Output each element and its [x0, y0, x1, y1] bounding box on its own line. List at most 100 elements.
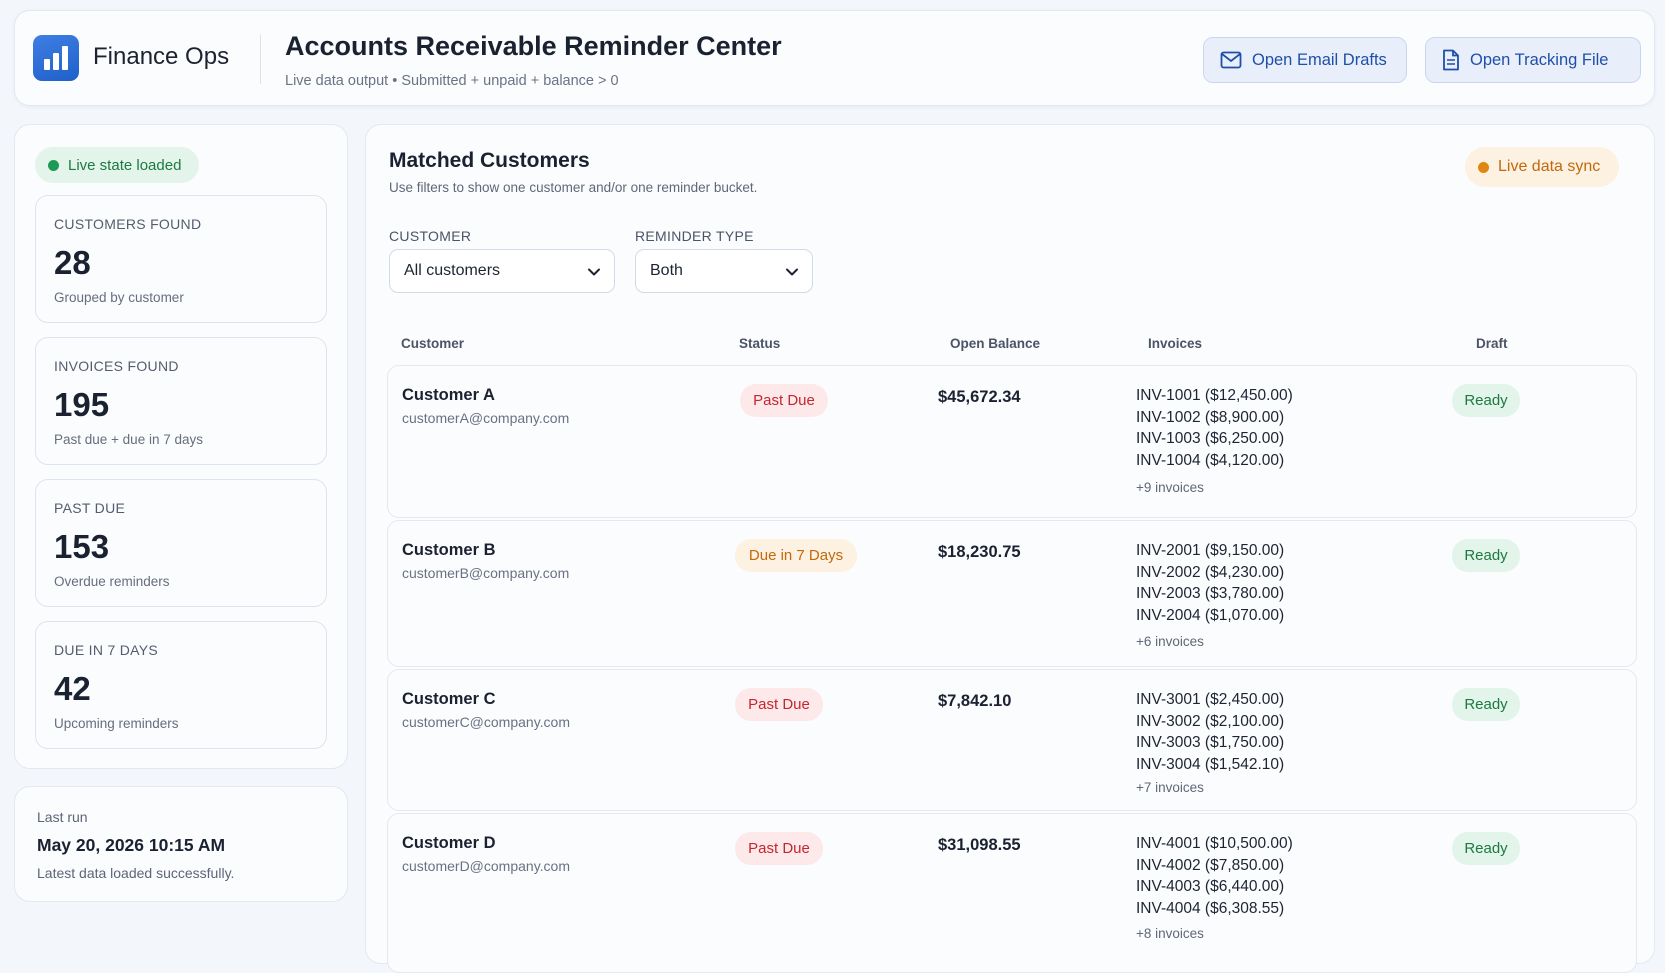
- invoice-item: INV-2002 ($4,230.00): [1136, 563, 1285, 581]
- customer-name: Customer B: [402, 541, 496, 559]
- sync-dot-icon: [1478, 161, 1489, 173]
- invoice-item: INV-3003 ($1,750.00): [1136, 734, 1285, 751]
- open-balance: $18,230.75: [938, 543, 1021, 561]
- brand-name: Finance Ops: [93, 43, 230, 70]
- invoice-item: INV-4003 ($6,440.00): [1136, 878, 1285, 895]
- open-balance: $45,672.34: [938, 388, 1021, 406]
- more-invoices-link[interactable]: +8 invoices: [1136, 926, 1204, 941]
- live-data-sync-badge: Live data sync: [1465, 147, 1619, 187]
- invoice-item: INV-1004 ($4,120.00): [1136, 451, 1285, 469]
- open-balance: $7,842.10: [938, 692, 1012, 710]
- customer-name: Customer A: [402, 386, 495, 404]
- invoice-item: INV-2004 ($1,070.00): [1136, 606, 1285, 624]
- reminder-type-filter-value: Both: [650, 262, 683, 279]
- invoice-item: INV-2001 ($9,150.00): [1136, 542, 1285, 559]
- mail-icon: [1220, 51, 1242, 69]
- status-badge: Past Due: [740, 384, 828, 417]
- live-state-label: Live state loaded: [68, 156, 182, 174]
- stat-value: 28: [54, 244, 91, 281]
- draft-status-badge: Ready: [1452, 384, 1520, 417]
- customer-filter-value: All customers: [404, 262, 501, 279]
- table-row[interactable]: Customer C customerC@company.com Past Du…: [387, 669, 1637, 811]
- reminder-type-filter-select[interactable]: Both: [635, 249, 813, 293]
- section-title: Matched Customers: [389, 149, 590, 172]
- table-row[interactable]: Customer A customerA@company.com Past Du…: [387, 365, 1637, 518]
- customer-email: customerD@company.com: [402, 858, 570, 874]
- stat-label: DUE IN 7 DAYS: [54, 642, 158, 658]
- last-run-card: Last run May 20, 2026 10:15 AM Latest da…: [14, 786, 348, 902]
- draft-status-badge: Ready: [1452, 539, 1520, 572]
- more-invoices-link[interactable]: +6 invoices: [1136, 634, 1204, 649]
- stat-card-due-in-7-days: DUE IN 7 DAYS 42 Upcoming reminders: [35, 621, 327, 749]
- more-invoices-link[interactable]: +9 invoices: [1136, 480, 1204, 495]
- status-badge: Past Due: [735, 688, 823, 721]
- sync-label: Live data sync: [1498, 158, 1601, 175]
- stat-caption: Grouped by customer: [54, 290, 184, 305]
- stat-label: PAST DUE: [54, 500, 126, 516]
- column-header-customer: Customer: [401, 336, 465, 351]
- stat-card-past-due: PAST DUE 153 Overdue reminders: [35, 479, 327, 607]
- status-dot-icon: [48, 159, 59, 171]
- page-subtitle: Live data output • Submitted + unpaid + …: [285, 73, 619, 89]
- bar-chart-logo-icon: [33, 35, 79, 81]
- section-subtitle: Use filters to show one customer and/or …: [389, 180, 758, 195]
- stat-caption: Past due + due in 7 days: [54, 432, 203, 447]
- customer-email: customerA@company.com: [402, 410, 570, 426]
- draft-status-badge: Ready: [1452, 832, 1520, 865]
- stat-card-invoices-found: INVOICES FOUND 195 Past due + due in 7 d…: [35, 337, 327, 465]
- invoice-item: INV-4004 ($6,308.55): [1136, 899, 1285, 917]
- open-tracking-file-button[interactable]: Open Tracking File: [1425, 37, 1641, 83]
- column-header-status: Status: [739, 336, 781, 351]
- column-header-draft: Draft: [1476, 336, 1508, 351]
- invoice-item: INV-1002 ($8,900.00): [1136, 408, 1285, 426]
- invoice-item: INV-3001 ($2,450.00): [1136, 691, 1285, 708]
- stat-caption: Upcoming reminders: [54, 716, 179, 731]
- customer-email: customerC@company.com: [402, 714, 570, 730]
- customer-filter-select[interactable]: All customers: [389, 249, 615, 293]
- invoice-item: INV-1003 ($6,250.00): [1136, 430, 1285, 447]
- invoice-item: INV-4001 ($10,500.00): [1136, 835, 1293, 852]
- customer-filter-label: CUSTOMER: [389, 228, 472, 244]
- open-email-drafts-label: Open Email Drafts: [1252, 50, 1387, 69]
- invoice-item: INV-1001 ($12,450.00): [1136, 387, 1293, 404]
- open-tracking-file-label: Open Tracking File: [1470, 50, 1609, 69]
- status-badge: Past Due: [735, 832, 823, 865]
- column-header-open-balance: Open Balance: [950, 336, 1041, 351]
- stat-value: 195: [54, 386, 110, 423]
- customer-email: customerB@company.com: [402, 565, 570, 581]
- invoice-list: INV-3001 ($2,450.00) INV-3002 ($2,100.00…: [1136, 689, 1284, 775]
- summary-sidebar: Live state loaded CUSTOMERS FOUND 28 Gro…: [14, 124, 348, 769]
- open-balance: $31,098.55: [938, 836, 1021, 854]
- reminder-type-filter-label: REMINDER TYPE: [635, 228, 754, 244]
- column-header-invoices: Invoices: [1148, 336, 1203, 351]
- customer-name: Customer C: [402, 690, 496, 708]
- invoice-item: INV-4002 ($7,850.00): [1136, 856, 1285, 874]
- stat-label: CUSTOMERS FOUND: [54, 216, 202, 232]
- open-email-drafts-button[interactable]: Open Email Drafts: [1203, 37, 1407, 83]
- invoice-list: INV-1001 ($12,450.00) INV-1002 ($8,900.0…: [1136, 385, 1293, 471]
- matched-customers-panel: Matched Customers Use filters to show on…: [365, 124, 1655, 973]
- stat-card-customers-found: CUSTOMERS FOUND 28 Grouped by customer: [35, 195, 327, 323]
- last-run-timestamp: May 20, 2026 10:15 AM: [37, 835, 226, 855]
- app-header: Finance Ops Accounts Receivable Reminder…: [14, 10, 1655, 106]
- table-row[interactable]: Customer D customerD@company.com Past Du…: [387, 813, 1637, 973]
- chevron-down-icon: [588, 268, 600, 276]
- stat-caption: Overdue reminders: [54, 574, 170, 589]
- chevron-down-icon: [786, 268, 798, 276]
- page-title: Accounts Receivable Reminder Center: [285, 31, 782, 61]
- table-row[interactable]: Customer B customerB@company.com Due in …: [387, 520, 1637, 667]
- more-invoices-link[interactable]: +7 invoices: [1136, 780, 1204, 795]
- customer-name: Customer D: [402, 834, 496, 852]
- last-run-label: Last run: [37, 809, 88, 825]
- invoice-list: INV-2001 ($9,150.00) INV-2002 ($4,230.00…: [1136, 540, 1284, 626]
- document-icon: [1443, 49, 1459, 71]
- stat-value: 153: [54, 528, 110, 565]
- header-divider: [260, 34, 261, 84]
- invoice-item: INV-3002 ($2,100.00): [1136, 712, 1285, 730]
- status-badge: Due in 7 Days: [735, 539, 857, 572]
- draft-status-badge: Ready: [1452, 688, 1520, 721]
- live-state-badge: Live state loaded: [35, 147, 199, 183]
- last-run-message: Latest data loaded successfully.: [37, 865, 235, 881]
- invoice-item: INV-3004 ($1,542.10): [1136, 755, 1285, 773]
- invoice-list: INV-4001 ($10,500.00) INV-4002 ($7,850.0…: [1136, 833, 1293, 919]
